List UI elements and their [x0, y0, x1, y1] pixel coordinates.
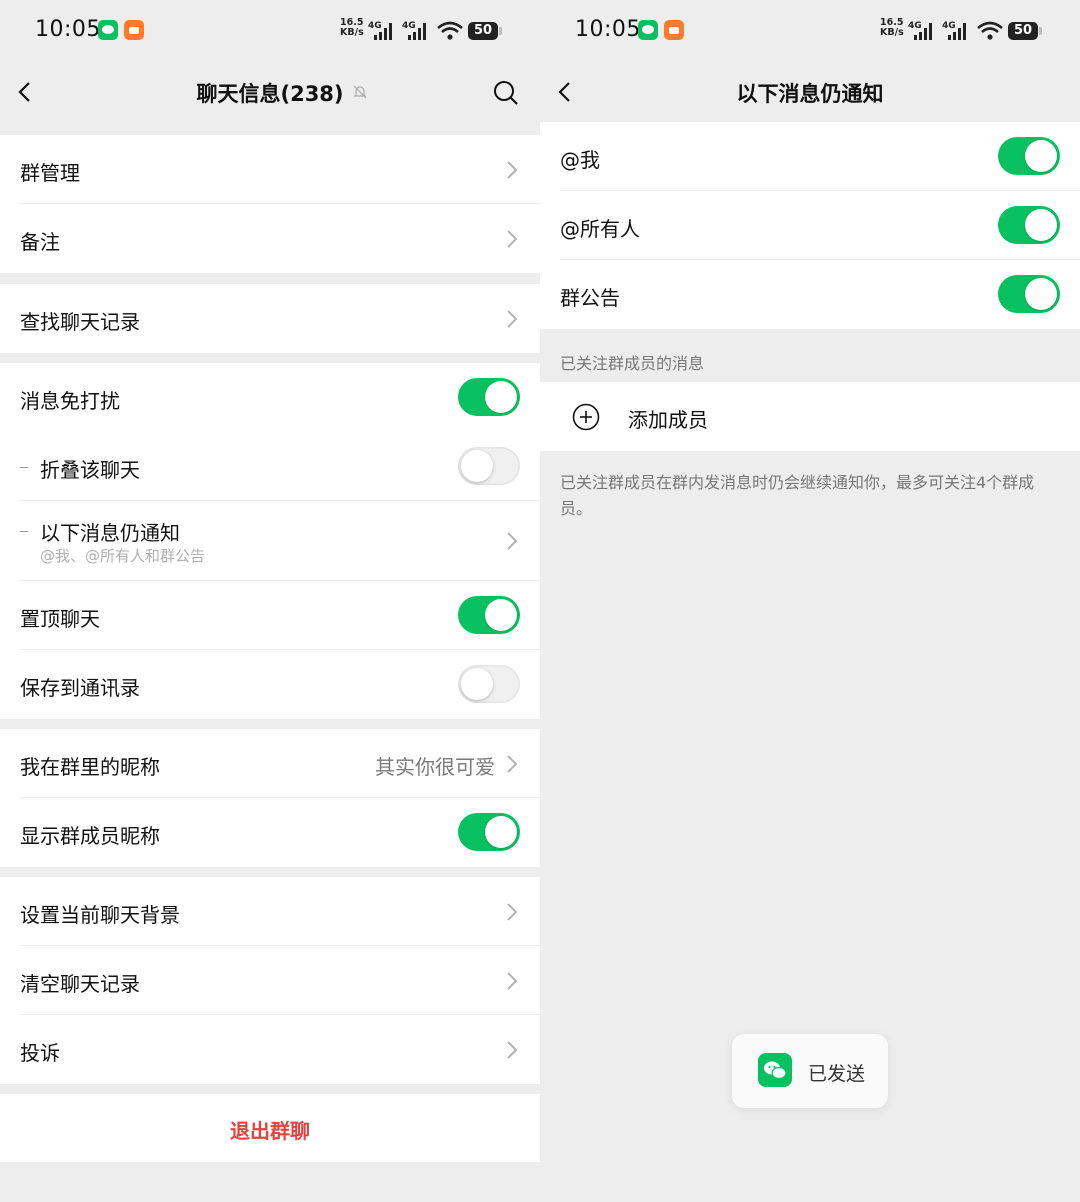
- show-member-nicknames-row: 显示群成员昵称: [0, 798, 540, 867]
- mention-me-toggle[interactable]: [998, 137, 1060, 175]
- signal-icon-2: 4G: [402, 21, 426, 40]
- exit-group-button[interactable]: 退出群聊: [0, 1094, 540, 1162]
- chevron-right-icon: [507, 755, 518, 773]
- chevron-right-icon: [507, 972, 518, 990]
- still-notify-row[interactable]: 以下消息仍通知 @我、@所有人和群公告: [0, 501, 540, 581]
- svg-text:4G: 4G: [368, 21, 382, 31]
- nav-bar: 聊天信息(238): [0, 62, 540, 122]
- signal-icon-2: 4G: [942, 21, 966, 40]
- chevron-right-icon: [507, 230, 518, 248]
- fold-chat-row: 折叠该聊天: [0, 432, 540, 501]
- group-admin: 群管理 备注: [0, 135, 540, 273]
- report-row[interactable]: 投诉: [0, 1015, 540, 1084]
- add-member-button[interactable]: 添加成员: [540, 382, 1080, 451]
- wechat-notification-icon: [98, 20, 118, 40]
- mute-notifications-row: 消息免打扰: [0, 363, 540, 432]
- signal-icon: 4G: [368, 21, 392, 40]
- chevron-right-icon: [507, 1041, 518, 1059]
- show-member-nicknames-toggle[interactable]: [458, 813, 520, 851]
- clear-chat-history-row[interactable]: 清空聊天记录: [0, 946, 540, 1015]
- nav-bar: 以下消息仍通知: [540, 62, 1080, 122]
- set-chat-background-row[interactable]: 设置当前聊天背景: [0, 877, 540, 946]
- chat-info-screen: 10:05 16.5 KB/s 4G 4G 50 聊天信息(238) 群管理 备…: [0, 0, 540, 1202]
- group-announcement-toggle[interactable]: [998, 275, 1060, 313]
- wifi-icon: [437, 21, 463, 40]
- signal-icon: 4G: [908, 21, 932, 40]
- sent-toast: 已发送: [732, 1034, 888, 1108]
- notify-types-group: @我 @所有人 群公告: [540, 122, 1080, 329]
- follow-members-note: 已关注群成员在群内发消息时仍会继续通知你，最多可关注4个群成员。: [560, 473, 1035, 518]
- notify-settings-screen: 10:05 16.5 KB/s 4G 4G 50 以下消息仍通知 @我 @所有人…: [540, 0, 1080, 1202]
- group-search: 查找聊天记录: [0, 284, 540, 353]
- page-title: 聊天信息(238): [196, 82, 344, 106]
- app-notification-icon: [664, 20, 684, 40]
- save-to-contacts-toggle[interactable]: [458, 665, 520, 703]
- group-nickname: 我在群里的昵称 其实你很可爱 显示群成员昵称: [0, 729, 540, 867]
- mention-all-row: @所有人: [540, 191, 1080, 260]
- status-time: 10:05: [575, 17, 641, 42]
- search-chat-history-row[interactable]: 查找聊天记录: [0, 284, 540, 353]
- battery-icon: 50: [1008, 22, 1042, 40]
- network-speed: 16.5 KB/s: [340, 17, 364, 38]
- mention-all-toggle[interactable]: [998, 206, 1060, 244]
- remark-row[interactable]: 备注: [0, 204, 540, 273]
- page-title: 以下消息仍通知: [736, 82, 884, 106]
- status-bar: 10:05 16.5 KB/s 4G 4G 50: [0, 0, 540, 62]
- status-time: 10:05: [35, 17, 101, 42]
- wifi-icon: [977, 21, 1003, 40]
- chevron-right-icon: [507, 310, 518, 328]
- group-announcement-row: 群公告: [540, 260, 1080, 329]
- mute-notifications-toggle[interactable]: [458, 378, 520, 416]
- svg-text:4G: 4G: [402, 21, 416, 31]
- mute-bell-icon: [353, 85, 367, 99]
- network-speed: 16.5 KB/s: [880, 17, 904, 38]
- svg-text:4G: 4G: [942, 21, 956, 31]
- save-to-contacts-row: 保存到通讯录: [0, 650, 540, 719]
- wechat-icon: [758, 1053, 792, 1087]
- group-notifications: 消息免打扰 折叠该聊天 以下消息仍通知 @我、@所有人和群公告 置顶聊天 保存到…: [0, 363, 540, 719]
- chevron-right-icon: [507, 532, 518, 550]
- status-bar: 10:05 16.5 KB/s 4G 4G 50: [540, 0, 1080, 62]
- wechat-notification-icon: [638, 20, 658, 40]
- mention-me-row: @我: [540, 122, 1080, 191]
- group-misc: 设置当前聊天背景 清空聊天记录 投诉: [0, 877, 540, 1084]
- svg-text:4G: 4G: [908, 21, 922, 31]
- fold-chat-toggle[interactable]: [458, 447, 520, 485]
- group-management-row[interactable]: 群管理: [0, 135, 540, 204]
- add-circle-icon: [572, 403, 600, 431]
- my-nickname-row[interactable]: 我在群里的昵称 其实你很可爱: [0, 729, 540, 798]
- pin-chat-row: 置顶聊天: [0, 581, 540, 650]
- chevron-right-icon: [507, 161, 518, 179]
- section-caption: 已关注群成员的消息: [560, 354, 705, 373]
- chevron-right-icon: [507, 903, 518, 921]
- pin-chat-toggle[interactable]: [458, 596, 520, 634]
- my-nickname-value: 其实你很可爱: [375, 755, 495, 779]
- app-notification-icon: [124, 20, 144, 40]
- search-icon[interactable]: [492, 79, 520, 107]
- battery-icon: 50: [468, 22, 502, 40]
